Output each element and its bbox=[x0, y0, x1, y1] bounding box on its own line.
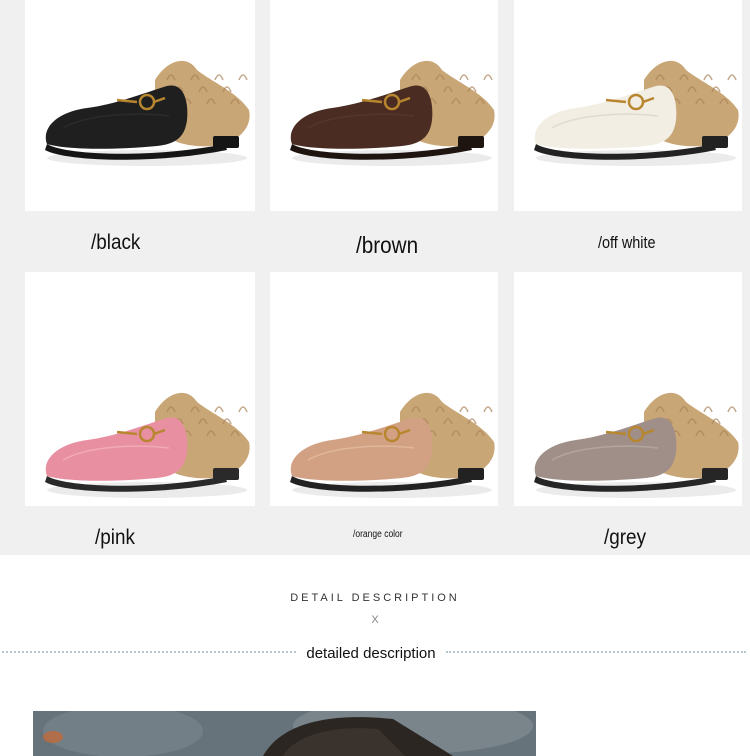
detail-marker: X bbox=[371, 614, 379, 626]
color-label-black: /black bbox=[91, 231, 141, 254]
shoe bbox=[290, 60, 495, 166]
product-card-orange[interactable] bbox=[270, 272, 498, 506]
color-label-pink: /pink bbox=[95, 526, 135, 549]
product-card-off-white[interactable] bbox=[514, 0, 742, 211]
heel-block bbox=[213, 136, 239, 148]
heel-block bbox=[458, 468, 484, 480]
heel-block bbox=[213, 468, 239, 480]
leather-upper bbox=[290, 417, 433, 481]
color-label-brown: /brown bbox=[356, 232, 419, 258]
product-card-pink[interactable] bbox=[25, 272, 255, 506]
leather-upper bbox=[45, 85, 188, 149]
fur-strand bbox=[214, 74, 224, 81]
heel-block bbox=[702, 468, 728, 480]
fur-strand bbox=[727, 74, 737, 81]
leather-upper bbox=[290, 85, 433, 149]
fur-strand bbox=[214, 406, 224, 413]
leather-upper bbox=[45, 417, 188, 481]
leather-upper bbox=[534, 85, 677, 149]
product-card-grey[interactable] bbox=[514, 272, 742, 506]
heel-block bbox=[458, 136, 484, 148]
product-card-black[interactable] bbox=[25, 0, 255, 211]
detailed-description-label: detailed description bbox=[306, 645, 436, 662]
color-label-grey: /grey bbox=[604, 526, 647, 549]
shoe bbox=[45, 392, 250, 498]
fur-strand bbox=[483, 74, 493, 81]
pink-leather-fur-mule-image bbox=[45, 392, 250, 498]
fur-strand bbox=[703, 74, 713, 81]
off-white-leather-fur-mule-image bbox=[534, 60, 739, 166]
color-label-orange: /orange color bbox=[353, 529, 403, 540]
color-label-off-white: /off white bbox=[598, 233, 656, 252]
shoe bbox=[290, 392, 495, 498]
fur-strand bbox=[703, 406, 713, 413]
fur-strand bbox=[459, 406, 469, 413]
heel-block bbox=[702, 136, 728, 148]
product-card-brown[interactable] bbox=[270, 0, 498, 211]
detail-description-heading: DETAIL DESCRIPTION bbox=[290, 592, 460, 604]
orange-leather-fur-mule-image bbox=[290, 392, 495, 498]
brown-leather-fur-mule-image bbox=[290, 60, 495, 166]
shoe bbox=[45, 60, 250, 166]
fur-strand bbox=[483, 406, 493, 413]
fur-strand bbox=[727, 406, 737, 413]
shoe bbox=[534, 60, 739, 166]
detail-photo bbox=[33, 711, 536, 756]
leather-upper bbox=[534, 417, 677, 481]
grey-leather-fur-mule-image bbox=[534, 392, 739, 498]
shoe bbox=[534, 392, 739, 498]
fur-strand bbox=[459, 74, 469, 81]
fur-strand bbox=[238, 406, 248, 413]
black-leather-fur-mule-image bbox=[45, 60, 250, 166]
fur-strand bbox=[238, 74, 248, 81]
